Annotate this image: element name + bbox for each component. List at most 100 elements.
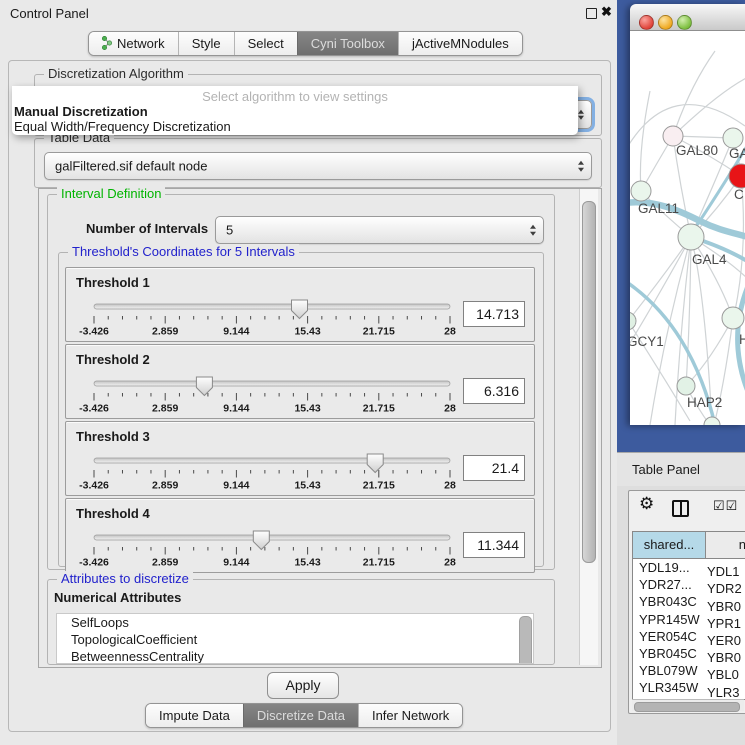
tab-impute-data[interactable]: Impute Data	[146, 704, 243, 727]
slider-handle[interactable]	[196, 377, 212, 396]
network-node[interactable]	[677, 377, 695, 395]
attributes-group-title: Attributes to discretize	[57, 571, 193, 586]
threshold-slider[interactable]: -3.4262.8599.14415.4321.71528	[78, 295, 468, 339]
svg-text:9.144: 9.144	[223, 557, 249, 569]
table-row[interactable]: YPR145WYPR1	[633, 611, 745, 628]
table-row[interactable]: YBR045CYBR0	[633, 645, 745, 662]
svg-text:9.144: 9.144	[223, 480, 249, 492]
table-row[interactable]: YDL19...YDL1	[633, 559, 745, 576]
cell-shared-name: YBR045C	[633, 645, 707, 662]
node-label: GAL11	[638, 201, 679, 216]
threshold-label: Threshold 1	[76, 275, 150, 290]
slider-handle[interactable]	[292, 300, 308, 319]
tab-style[interactable]: Style	[178, 32, 234, 55]
table-rows: YDL19...YDL1YDR27...YDR2YBR043CYBR0YPR14…	[633, 559, 745, 699]
network-window-titlebar[interactable]	[630, 4, 745, 31]
algorithm-group-title: Discretization Algorithm	[44, 66, 188, 81]
close-light[interactable]	[639, 15, 654, 30]
column-header-shared-name[interactable]: shared...	[633, 532, 706, 558]
table-row[interactable]: YDR27...YDR2	[633, 576, 745, 593]
scrollbar-thumb[interactable]	[582, 201, 596, 563]
list-scrollbar[interactable]	[519, 616, 532, 664]
threshold-value-field[interactable]: 11.344	[463, 532, 525, 558]
threshold-label: Threshold 2	[76, 352, 150, 367]
dropdown-option-manual[interactable]: Manual Discretization	[14, 104, 148, 119]
combo-arrows-icon	[578, 109, 584, 120]
node-label: C	[734, 187, 744, 202]
svg-text:2.859: 2.859	[152, 403, 178, 415]
table-row[interactable]: YBR043CYBR0	[633, 593, 745, 610]
svg-text:-3.426: -3.426	[79, 480, 109, 492]
tab-select[interactable]: Select	[234, 32, 297, 55]
zoom-light[interactable]	[677, 15, 692, 30]
tab-network[interactable]: Network	[89, 32, 178, 55]
threshold-label: Threshold 4	[76, 506, 150, 521]
slider-handle[interactable]	[253, 531, 269, 550]
svg-text:28: 28	[444, 403, 456, 415]
network-node[interactable]	[678, 224, 704, 250]
network-node[interactable]	[729, 164, 745, 188]
threshold-value-field[interactable]: 21.4	[463, 455, 525, 481]
thresholds-group: Threshold's Coordinates for 5 Intervals …	[58, 252, 544, 567]
panel-title: Control Panel	[10, 6, 89, 21]
threshold-panel: Threshold 4 -3.4262.8599.14415.4321.7152…	[65, 498, 535, 573]
network-node[interactable]	[630, 312, 636, 330]
tab-jactivemnodules[interactable]: jActiveMNodules	[398, 32, 522, 55]
dropdown-prompt: Select algorithm to view settings	[12, 89, 578, 104]
svg-text:21.715: 21.715	[363, 326, 395, 338]
table-row[interactable]: YBL079WYBL0	[633, 662, 745, 679]
threshold-value-field[interactable]: 14.713	[463, 301, 525, 327]
scrollbar-thumb[interactable]	[634, 702, 740, 712]
svg-text:15.43: 15.43	[294, 326, 320, 338]
attribute-list-item[interactable]: TopologicalCoefficient	[57, 631, 533, 648]
svg-text:15.43: 15.43	[294, 557, 320, 569]
interval-definition-group: Interval Definition Number of Intervals …	[47, 194, 555, 570]
tab-discretize-data[interactable]: Discretize Data	[243, 704, 358, 727]
threshold-panel: Threshold 3 -3.4262.8599.14415.4321.7152…	[65, 421, 535, 496]
network-window[interactable]: GAL80GACGAL11GAL4GCY1HHAP2	[630, 4, 745, 425]
dropdown-option-equal-width[interactable]: Equal Width/Frequency Discretization	[14, 119, 231, 134]
settings-scrollpane: Interval Definition Number of Intervals …	[38, 188, 602, 668]
svg-text:21.715: 21.715	[363, 480, 395, 492]
threshold-slider[interactable]: -3.4262.8599.14415.4321.71528	[78, 372, 468, 416]
table-data-combobox[interactable]: galFiltered.sif default node	[44, 152, 592, 180]
num-intervals-combobox[interactable]: 5	[215, 216, 544, 244]
svg-text:-3.426: -3.426	[79, 557, 109, 569]
columns-icon[interactable]	[672, 500, 689, 517]
svg-text:-3.426: -3.426	[79, 403, 109, 415]
table-data-value: galFiltered.sif default node	[55, 159, 207, 174]
attributes-list[interactable]: SelfLoopsTopologicalCoefficientBetweenne…	[56, 613, 534, 664]
gear-icon[interactable]: ⚙	[639, 494, 654, 514]
table-row[interactable]: YER054CYER0	[633, 628, 745, 645]
node-label: GAL80	[676, 143, 718, 158]
minimize-light[interactable]	[658, 15, 673, 30]
checkbox-icons[interactable]: ☑☑	[713, 498, 738, 514]
table-row[interactable]: YLR345WYLR3	[633, 679, 745, 696]
threshold-slider[interactable]: -3.4262.8599.14415.4321.71528	[78, 449, 468, 493]
network-canvas[interactable]: GAL80GACGAL11GAL4GCY1HHAP2	[630, 31, 745, 425]
network-node[interactable]	[704, 417, 720, 425]
slider-handle[interactable]	[367, 454, 383, 473]
interval-definition-title: Interval Definition	[57, 186, 165, 201]
threshold-slider[interactable]: -3.4262.8599.14415.4321.71528	[78, 526, 468, 570]
network-node[interactable]	[722, 307, 744, 329]
network-node[interactable]	[631, 181, 651, 201]
threshold-panel: Threshold 1 -3.4262.8599.14415.4321.7152…	[65, 267, 535, 342]
attribute-list-item[interactable]: SelfLoops	[57, 614, 533, 631]
tab-infer-network[interactable]: Infer Network	[358, 704, 462, 727]
attributes-group: Attributes to discretize Numerical Attri…	[47, 579, 555, 665]
network-node[interactable]	[723, 128, 743, 148]
float-window-icon[interactable]	[586, 8, 597, 19]
svg-text:21.715: 21.715	[363, 557, 395, 569]
cell-shared-name: YBL079W	[633, 662, 707, 679]
control-panel-titlebar: Control Panel	[0, 0, 617, 27]
svg-text:28: 28	[444, 557, 456, 569]
close-icon[interactable]: ✖	[601, 4, 612, 20]
tab-cyni-toolbox[interactable]: Cyni Toolbox	[297, 32, 398, 55]
threshold-value-field[interactable]: 6.316	[463, 378, 525, 404]
vertical-scrollbar[interactable]	[579, 189, 598, 665]
column-header-name[interactable]: na	[706, 532, 745, 558]
attribute-list-item[interactable]: BetweennessCentrality	[57, 648, 533, 664]
apply-button[interactable]: Apply	[267, 672, 339, 699]
horizontal-scrollbar[interactable]	[632, 699, 744, 711]
